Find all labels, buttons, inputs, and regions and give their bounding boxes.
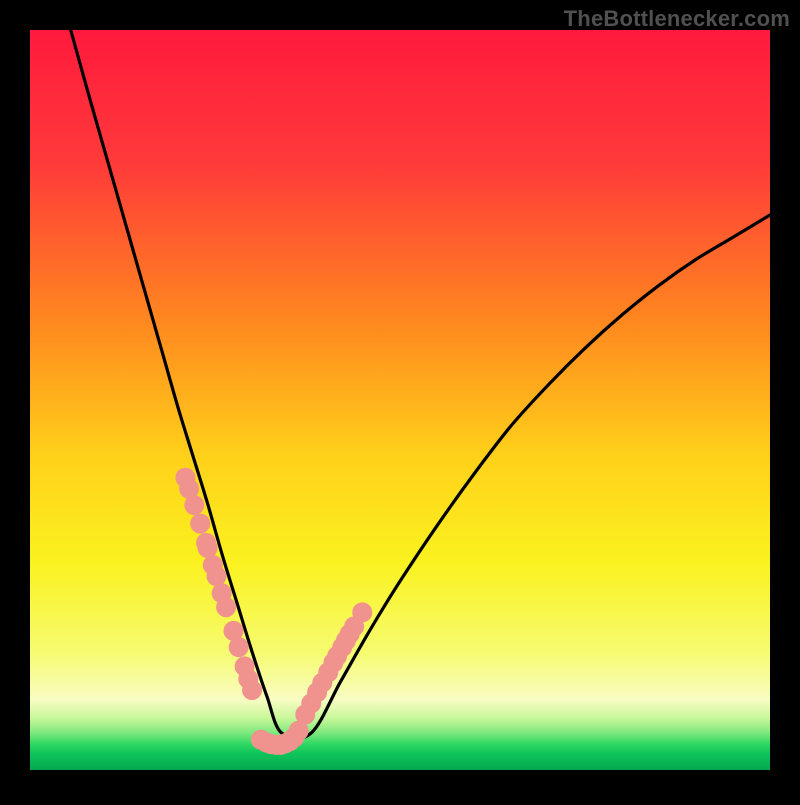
- data-point: [352, 602, 372, 622]
- plot-background: [30, 30, 770, 770]
- watermark-text: TheBottlenecker.com: [564, 6, 790, 32]
- data-point: [229, 637, 249, 657]
- chart-frame: [0, 0, 800, 800]
- chart-svg: [0, 0, 800, 800]
- data-point: [216, 597, 236, 617]
- data-point: [242, 680, 262, 700]
- data-point: [190, 514, 210, 534]
- data-point: [198, 538, 218, 558]
- data-point: [289, 721, 309, 741]
- data-point: [206, 566, 226, 586]
- data-point: [184, 495, 204, 515]
